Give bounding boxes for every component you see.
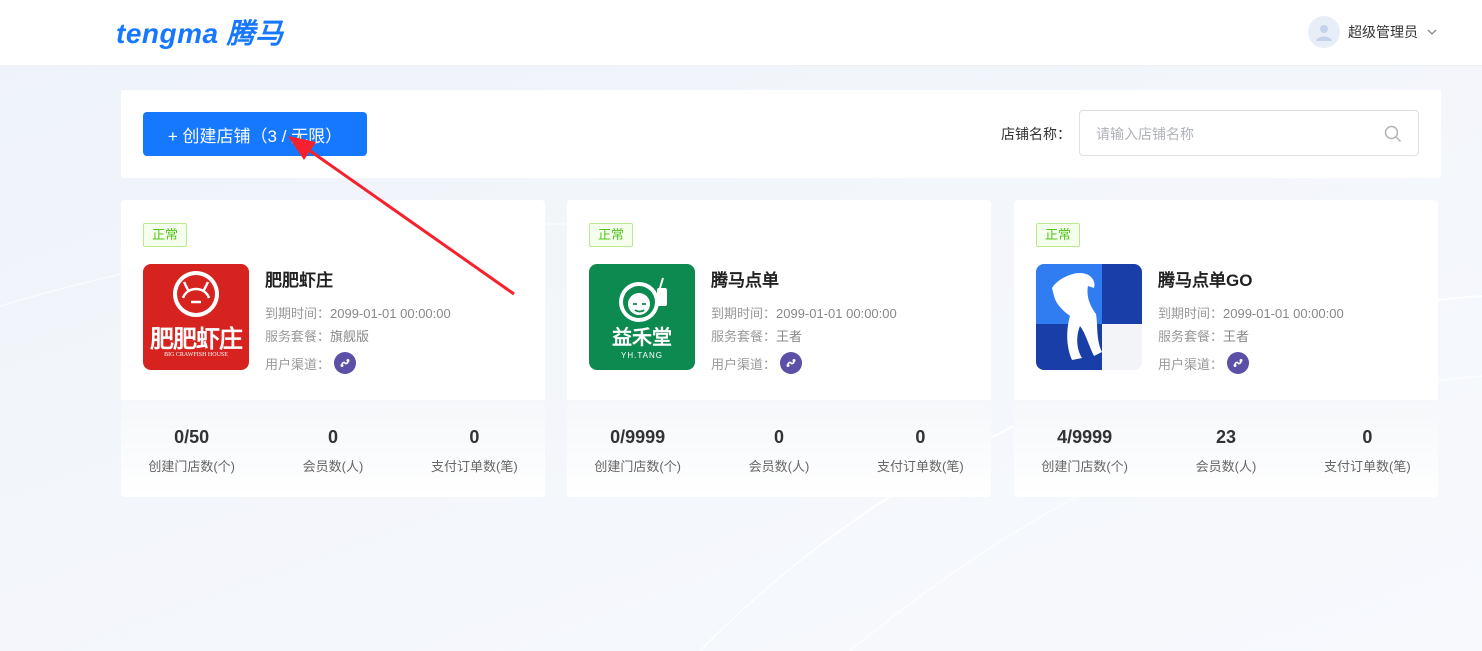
stat-label: 会员数(人) [1195,459,1257,474]
logo-text: 肥肥虾庄 [150,326,243,353]
channel-label: 用户渠道： [711,356,777,372]
stat-label: 支付订单数(笔) [876,459,964,474]
channel-label: 用户渠道： [1158,356,1224,372]
store-card[interactable]: 正常 YH.TANG 益禾堂 腾马点单 到期时间：2099-01-01 00:0… [567,200,991,497]
search-icon[interactable] [1384,125,1402,143]
brand-logo[interactable]: tengma 腾马 [116,16,284,52]
stat-label: 创建门店数(个) [594,459,681,474]
user-menu[interactable]: 超级管理员 [1308,16,1438,48]
avatar [1308,16,1340,48]
package-row: 服务套餐：王者 [711,326,802,345]
brand-logo-en: tengma [116,18,219,49]
stat-members: 23 会员数(人) [1155,400,1296,497]
package-label: 服务套餐： [711,329,777,344]
package-row: 服务套餐：王者 [1158,326,1249,345]
package-value: 旗舰版 [330,329,370,344]
expire-value: 2099-01-01 00:00:00 [776,306,897,321]
stat-stores: 0/9999 创建门店数(个) [567,400,708,497]
store-name: 肥肥虾庄 [265,271,333,290]
mini-program-icon[interactable] [1227,352,1250,374]
logo-text: 益禾堂 [612,327,672,349]
stat-value: 0/50 [174,427,210,447]
create-store-button[interactable]: + 创建店铺（3 / 无限） [143,112,367,156]
package-label: 服务套餐： [1158,329,1224,344]
package-value: 王者 [776,329,803,344]
store-logo: BIG CRAWFISH HOUSE 肥肥虾庄 [143,264,249,370]
channel-row: 用户渠道： [1158,352,1250,374]
channel-row: 用户渠道： [265,352,357,374]
horse-logo-icon [1036,264,1142,370]
store-logo [1036,264,1142,370]
stat-value: 0/9999 [610,427,666,447]
package-label: 服务套餐： [265,329,331,344]
top-header: tengma 腾马 超级管理员 [0,0,1482,66]
store-stats: 4/9999 创建门店数(个) 23 会员数(人) 0 支付订单数(笔) [1014,400,1438,497]
expire-label: 到期时间： [711,306,777,321]
crawfish-logo-icon: BIG CRAWFISH HOUSE [164,271,228,358]
store-card[interactable]: 正常 BIG CRAWFISH HOUSE 肥肥虾庄 肥肥虾庄 到期时间：209… [121,200,545,497]
stat-orders: 0 支付订单数(笔) [850,400,991,497]
user-name: 超级管理员 [1348,24,1418,40]
stat-value: 0 [773,427,784,447]
expire-label: 到期时间： [1158,306,1224,321]
toolbar: + 创建店铺（3 / 无限） 店铺名称： [121,90,1441,178]
user-icon [1316,25,1332,41]
store-name: 腾马点单 [711,271,779,290]
store-name: 腾马点单GO [1158,271,1253,290]
store-stats: 0/50 创建门店数(个) 0 会员数(人) 0 支付订单数(笔) [121,400,545,497]
stat-label: 支付订单数(笔) [430,459,518,474]
status-badge: 正常 [1036,223,1081,247]
mini-program-icon[interactable] [334,352,357,374]
stat-value: 23 [1215,427,1236,447]
stat-value: 0 [469,427,480,447]
status-badge: 正常 [143,223,188,247]
expire-value: 2099-01-01 00:00:00 [1223,306,1344,321]
search-label: 店铺名称： [1001,126,1071,142]
search-input[interactable] [1096,123,1376,145]
mini-program-icon[interactable] [780,352,803,374]
search-box[interactable] [1079,110,1419,156]
stat-orders: 0 支付订单数(笔) [1297,400,1438,497]
expire-label: 到期时间： [265,306,331,321]
stat-value: 0 [327,427,338,447]
status-badge: 正常 [589,223,634,247]
stat-label: 会员数(人) [748,459,810,474]
expire-value: 2099-01-01 00:00:00 [330,306,451,321]
stat-members: 0 会员数(人) [708,400,849,497]
brand-logo-cn: 腾马 [226,18,284,49]
logo-subtext: YH.TANG [621,351,663,360]
stat-orders: 0 支付订单数(笔) [404,400,545,497]
stat-members: 0 会员数(人) [262,400,403,497]
stat-label: 创建门店数(个) [148,459,235,474]
package-row: 服务套餐：旗舰版 [265,326,369,345]
package-value: 王者 [1223,329,1250,344]
channel-row: 用户渠道： [711,352,803,374]
store-stats: 0/9999 创建门店数(个) 0 会员数(人) 0 支付订单数(笔) [567,400,991,497]
chevron-down-icon [1427,29,1437,35]
stat-label: 会员数(人) [302,459,364,474]
expire-row: 到期时间：2099-01-01 00:00:00 [1158,303,1344,322]
store-logo: YH.TANG 益禾堂 [589,264,695,370]
expire-row: 到期时间：2099-01-01 00:00:00 [265,303,451,322]
stat-label: 支付订单数(笔) [1323,459,1411,474]
store-card[interactable]: 正常 腾马点单GO 到期时间：2099-01-01 00:00:00 服务套餐：… [1014,200,1438,497]
channel-label: 用户渠道： [265,356,331,372]
tea-logo-icon: YH.TANG [619,277,667,360]
stat-value: 0 [1362,427,1373,447]
stat-label: 创建门店数(个) [1041,459,1128,474]
stat-value: 0 [915,427,926,447]
stat-stores: 4/9999 创建门店数(个) [1014,400,1155,497]
expire-row: 到期时间：2099-01-01 00:00:00 [711,303,897,322]
stat-value: 4/9999 [1057,427,1113,447]
stat-stores: 0/50 创建门店数(个) [121,400,262,497]
